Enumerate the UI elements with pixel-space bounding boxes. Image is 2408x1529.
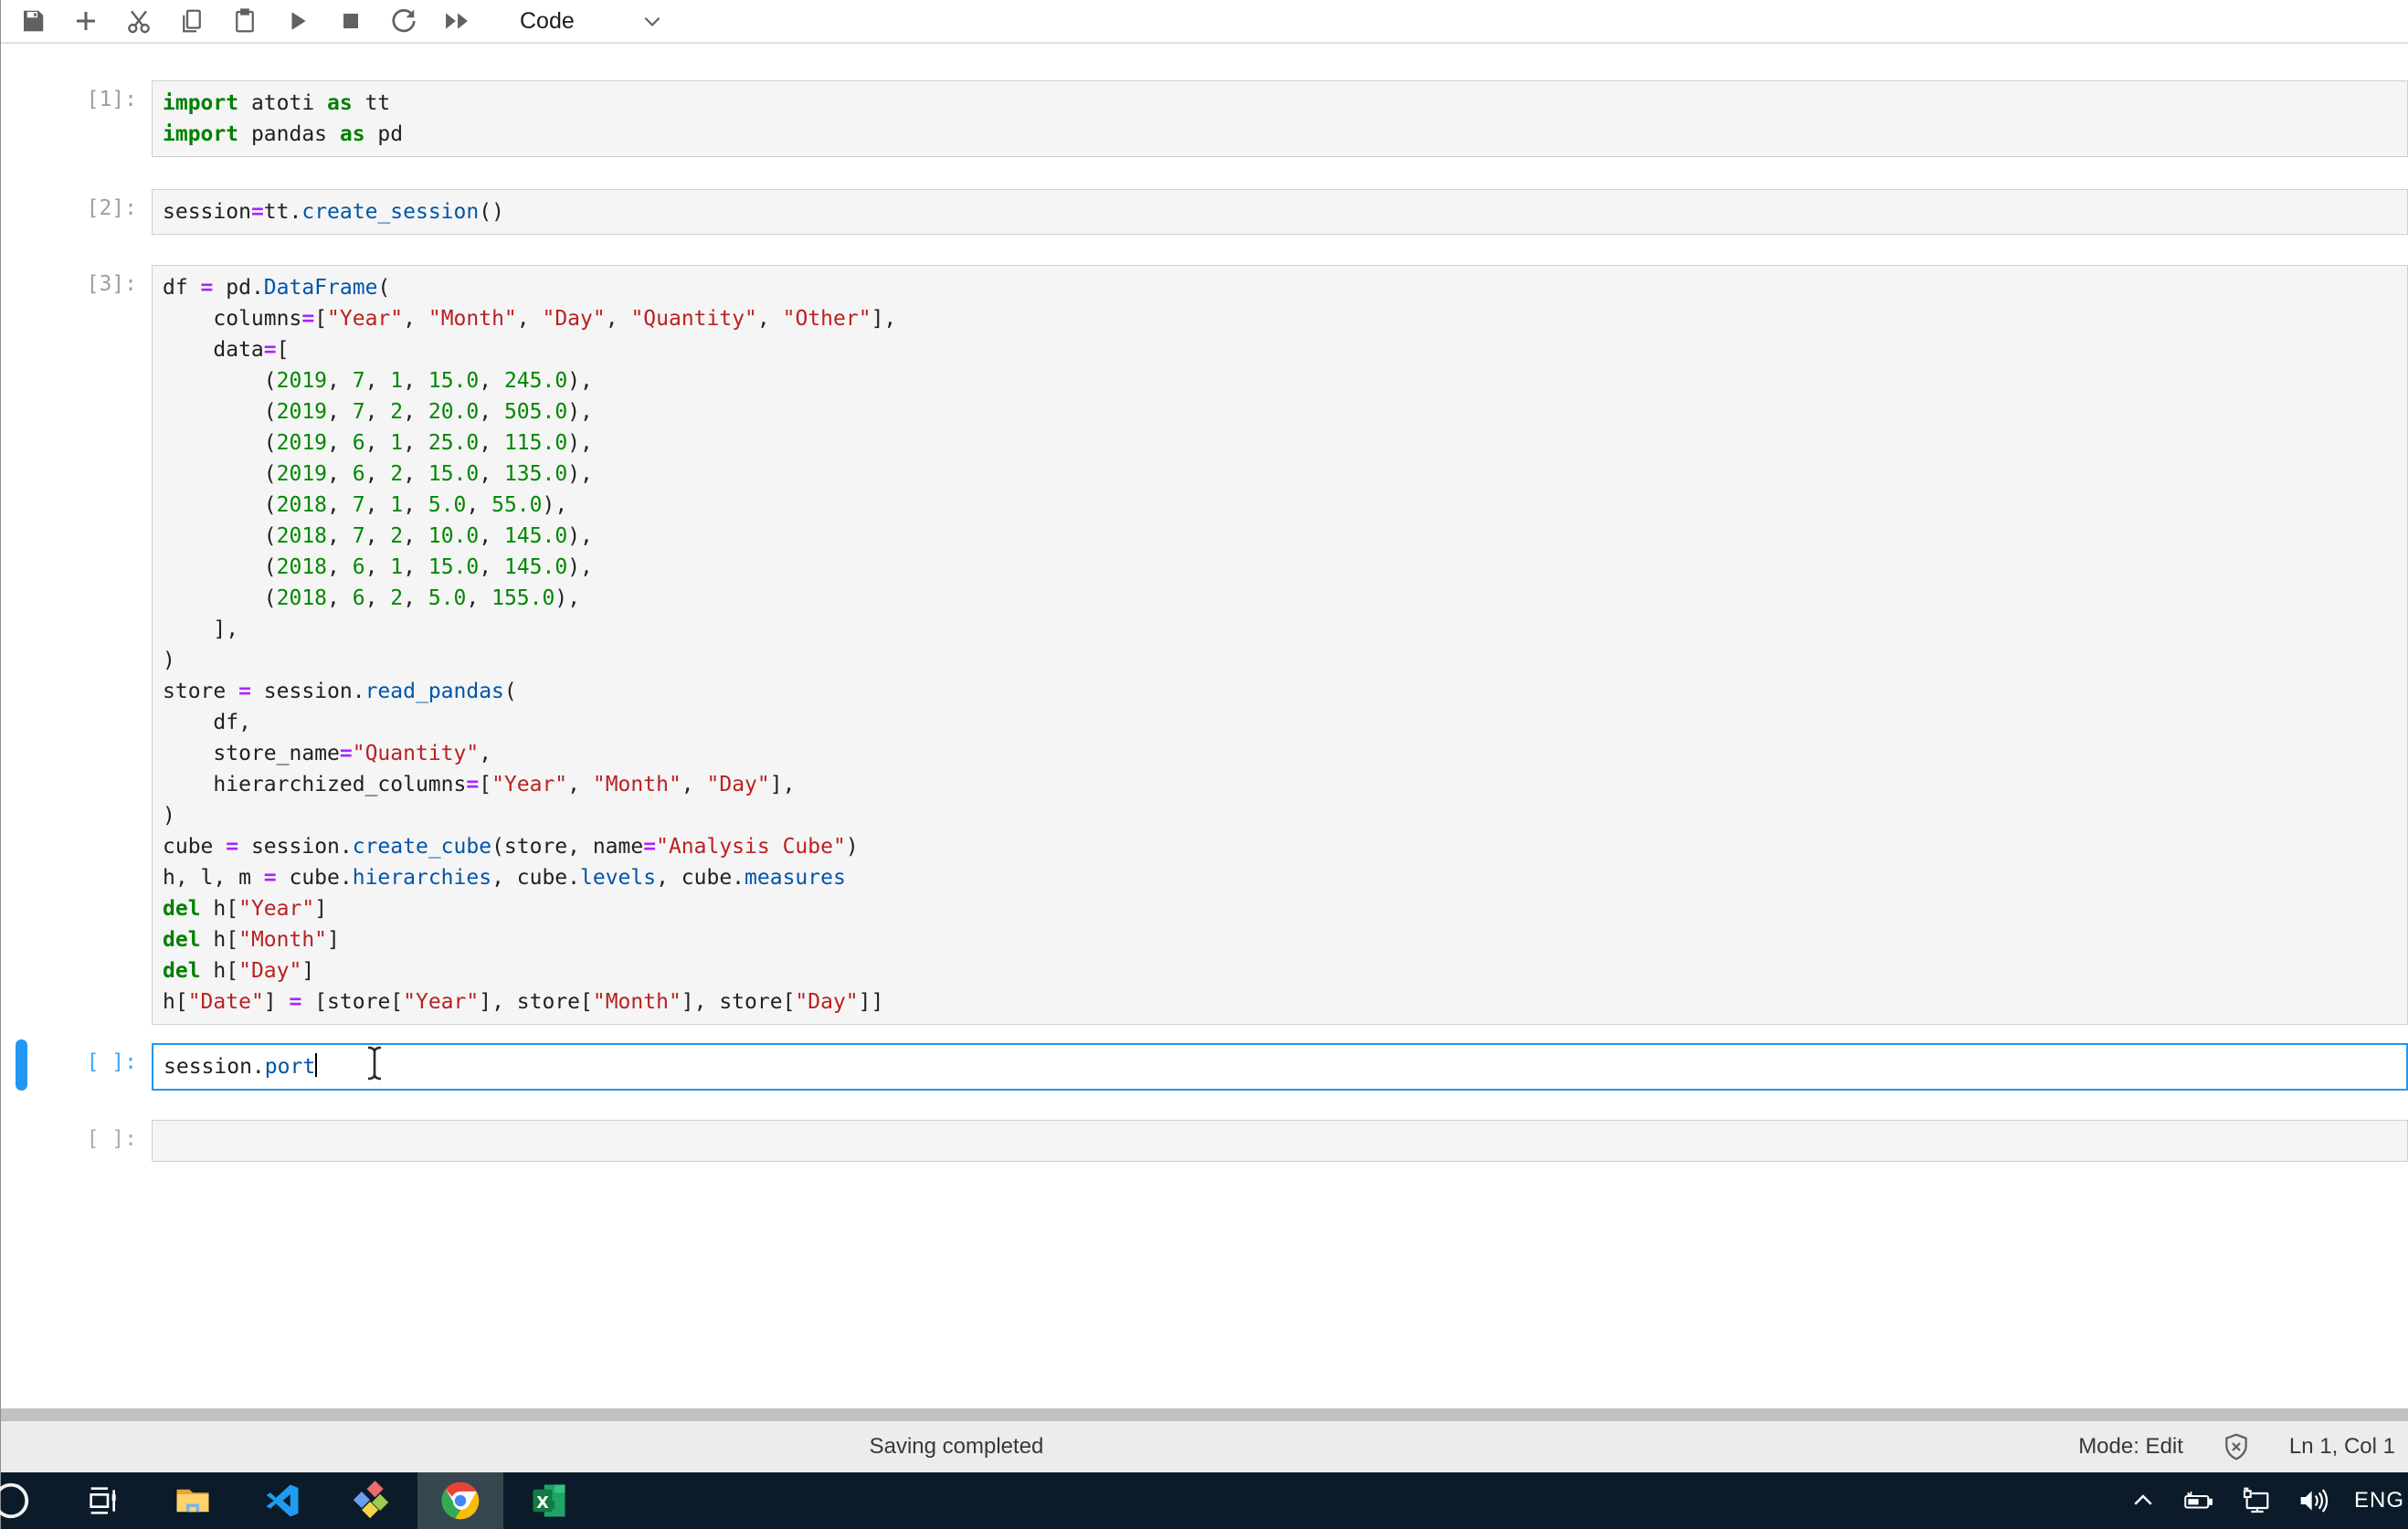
text-caret [315,1053,317,1077]
notebook-cells: [1]:import atoti as ttimport pandas as p… [1,80,2408,1162]
restart-kernel-icon[interactable] [383,3,425,39]
code-line: ], [163,614,2397,645]
diamond-app-icon[interactable] [328,1472,414,1529]
code-line: data=[ [163,334,2397,365]
code-line: df = pd.DataFrame( [163,272,2397,303]
windows-taskbar: X ENG [1,1472,2408,1529]
stop-kernel-icon[interactable] [330,3,372,39]
cell-prompt: [ ]: [1,1120,152,1162]
code-line: session=tt.create_session() [163,196,2397,227]
run-cell-icon[interactable] [277,3,319,39]
code-line: hierarchized_columns=["Year", "Month", "… [163,769,2397,800]
cut-cell-icon[interactable] [118,3,160,39]
code-line: cube = session.create_cube(store, name="… [163,831,2397,862]
code-line: store = session.read_pandas( [163,676,2397,707]
notebook-cell[interactable]: [ ]:session.port [1,1043,2408,1091]
active-cell-collapser[interactable] [16,1039,27,1091]
tray-expand-icon[interactable] [2129,1487,2157,1514]
code-line: (2019, 6, 2, 15.0, 135.0), [163,459,2397,490]
code-line: del h["Month"] [163,924,2397,955]
code-line: (2019, 7, 1, 15.0, 245.0), [163,365,2397,396]
excel-icon[interactable]: X [506,1472,592,1529]
vscode-icon[interactable] [239,1472,325,1529]
horizontal-scrollbar[interactable] [1,1408,2408,1421]
code-line: (2018, 6, 2, 5.0, 155.0), [163,583,2397,614]
chrome-icon[interactable] [417,1472,503,1529]
notebook-cell[interactable]: [1]:import atoti as ttimport pandas as p… [1,80,2408,157]
cell-type-label: Code [520,8,575,35]
svg-text:X: X [536,1494,549,1513]
task-view-icon[interactable] [60,1472,146,1529]
code-line: ) [163,645,2397,676]
cell-prompt: [1]: [1,80,152,157]
volume-icon[interactable] [2296,1486,2330,1515]
code-line: import atoti as tt [163,88,2397,119]
add-cell-icon[interactable] [65,3,107,39]
status-message: Saving completed [870,1434,1044,1460]
cell-prompt: [3]: [1,265,152,1025]
code-line: (2018, 7, 2, 10.0, 145.0), [163,521,2397,552]
restart-run-all-icon[interactable] [436,3,478,39]
cursor-position-indicator[interactable]: Ln 1, Col 1 [2289,1434,2395,1460]
mode-indicator[interactable]: Mode: Edit [2078,1434,2183,1460]
cortana-icon[interactable] [0,1472,54,1529]
code-line: (2018, 6, 1, 15.0, 145.0), [163,552,2397,583]
desktop-screen: Code [1]:import atoti as ttimport pandas… [0,0,2408,1529]
notebook-cell[interactable]: [3]:df = pd.DataFrame( columns=["Year", … [1,265,2408,1025]
mouse-ibeam-cursor [364,1045,385,1081]
code-line: ) [163,800,2397,831]
code-line: h["Date"] = [store["Year"], store["Month… [163,986,2397,1018]
cell-editor[interactable]: session=tt.create_session() [152,189,2408,235]
save-icon[interactable] [12,3,54,39]
notebook-toolbar: Code [1,0,2408,44]
network-icon[interactable] [2239,1486,2272,1515]
code-line: columns=["Year", "Month", "Day", "Quanti… [163,303,2397,334]
paste-cell-icon[interactable] [224,3,266,39]
code-line: import pandas as pd [163,119,2397,150]
file-explorer-icon[interactable] [150,1472,236,1529]
cell-editor[interactable]: session.port [152,1043,2408,1091]
code-line: (2019, 6, 1, 25.0, 115.0), [163,427,2397,459]
code-line: (2019, 7, 2, 20.0, 505.0), [163,396,2397,427]
language-indicator[interactable]: ENG [2354,1488,2404,1513]
cell-editor[interactable]: import atoti as ttimport pandas as pd [152,80,2408,157]
code-line: (2018, 7, 1, 5.0, 55.0), [163,490,2397,521]
cell-editor[interactable] [152,1120,2408,1162]
code-line: del h["Day"] [163,955,2397,986]
shield-x-icon[interactable] [2222,1432,2251,1461]
code-line: store_name="Quantity", [163,738,2397,769]
battery-charging-icon[interactable] [2181,1487,2215,1514]
chevron-down-icon [640,9,664,33]
cell-prompt: [2]: [1,189,152,235]
code-line: h, l, m = cube.hierarchies, cube.levels,… [163,862,2397,893]
notebook-panel[interactable]: [1]:import atoti as ttimport pandas as p… [1,46,2408,1408]
cell-editor[interactable]: df = pd.DataFrame( columns=["Year", "Mon… [152,265,2408,1025]
copy-cell-icon[interactable] [171,3,213,39]
code-line: df, [163,707,2397,738]
code-line: del h["Year"] [163,893,2397,924]
code-line: session.port [164,1051,2396,1082]
cell-type-dropdown[interactable]: Code [520,8,664,35]
status-bar: Saving completed Mode: Edit Ln 1, Col 1 [1,1421,2408,1472]
notebook-cell[interactable]: [ ]: [1,1120,2408,1162]
notebook-cell[interactable]: [2]: session=tt.create_session() [1,189,2408,235]
